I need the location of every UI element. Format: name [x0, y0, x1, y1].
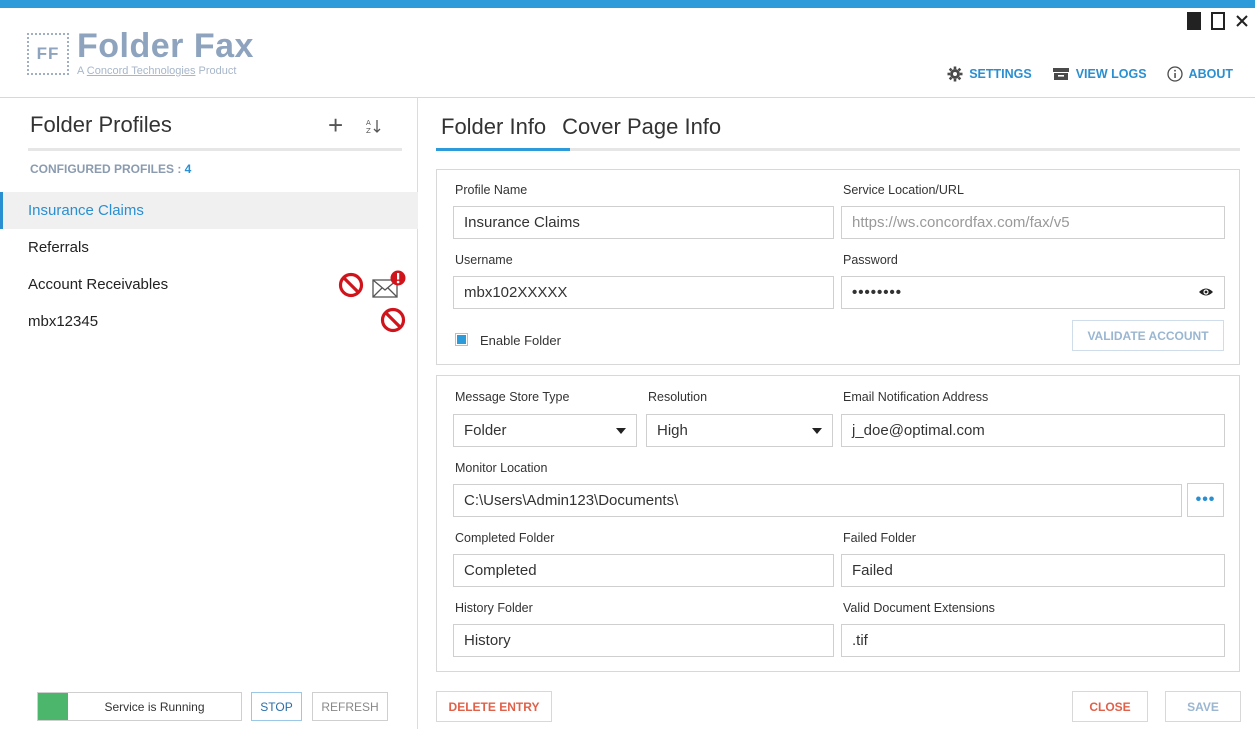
profile-name-input[interactable]: Insurance Claims — [453, 206, 834, 239]
sort-profiles-button[interactable]: A Z — [366, 118, 382, 137]
email-error-icon — [372, 270, 406, 298]
profile-item-referrals[interactable]: Referrals — [0, 229, 418, 266]
tab-folder-info[interactable]: Folder Info — [441, 114, 546, 146]
app-subtitle: A Concord Technologies Product — [77, 65, 237, 77]
close-icon — [1236, 15, 1248, 27]
configured-profiles-count: CONFIGURED PROFILES : 4 — [30, 162, 192, 176]
email-input[interactable]: j_doe@optimal.com — [841, 414, 1225, 447]
maximize-icon — [1211, 12, 1225, 30]
browse-button[interactable]: ••• — [1187, 483, 1224, 517]
concord-link[interactable]: Concord Technologies — [87, 65, 196, 77]
window-controls — [1187, 12, 1249, 30]
window-top-accent — [0, 0, 1255, 8]
profiles-title-underline — [28, 148, 402, 151]
gear-icon — [947, 66, 963, 82]
stop-service-button[interactable]: STOP — [251, 692, 302, 721]
monitor-location-input[interactable]: C:\Users\Admin123\Documents\ — [453, 484, 1182, 517]
svg-text:A: A — [366, 119, 371, 127]
minimize-icon — [1187, 12, 1201, 30]
settings-link[interactable]: SETTINGS — [947, 66, 1032, 82]
delete-entry-button[interactable]: DELETE ENTRY — [436, 691, 552, 722]
profile-item-mbx12345[interactable]: mbx12345 — [0, 303, 418, 340]
profiles-title: Folder Profiles — [30, 112, 172, 137]
app-logo: FF Folder Fax A Concord Technologies Pro… — [27, 27, 254, 79]
service-running-indicator — [38, 693, 68, 720]
profile-name-label: Profile Name — [455, 183, 528, 197]
history-folder-input[interactable]: History — [453, 624, 834, 657]
completed-folder-input[interactable]: Completed — [453, 554, 834, 587]
sort-az-icon: A Z — [366, 119, 381, 135]
resolution-label: Resolution — [648, 390, 708, 404]
minimize-button[interactable] — [1187, 12, 1201, 30]
username-input[interactable]: mbx102XXXXX — [453, 276, 834, 309]
chevron-down-icon — [812, 428, 822, 434]
username-label: Username — [455, 253, 513, 267]
disabled-icon — [338, 272, 364, 298]
info-icon — [1166, 66, 1183, 82]
completed-folder-label: Completed Folder — [455, 531, 555, 545]
history-folder-label: History Folder — [455, 601, 533, 615]
extensions-input[interactable]: .tif — [841, 624, 1225, 657]
close-button[interactable]: CLOSE — [1072, 691, 1148, 722]
password-label: Password — [843, 253, 898, 267]
extensions-label: Valid Document Extensions — [843, 601, 995, 615]
service-url-input[interactable]: https://ws.concordfax.com/fax/v5 — [841, 206, 1225, 239]
failed-folder-label: Failed Folder — [843, 531, 916, 545]
profiles-list: Insurance Claims Referrals Account Recei… — [0, 192, 418, 340]
svg-text:Z: Z — [366, 127, 371, 134]
chevron-down-icon — [616, 428, 626, 434]
logo-mark: FF — [27, 33, 69, 75]
disabled-icon — [380, 307, 406, 333]
enable-folder-label: Enable Folder — [480, 333, 561, 348]
header-nav: SETTINGS VIEW LOGS ABOUT — [947, 66, 1233, 82]
save-button[interactable]: SAVE — [1165, 691, 1241, 722]
about-link[interactable]: ABOUT — [1166, 66, 1233, 82]
profile-item-insurance-claims[interactable]: Insurance Claims — [0, 192, 418, 229]
store-type-select[interactable]: Folder — [453, 414, 637, 447]
profiles-panel: Folder Profiles + A Z CONFIGURED PROFILE… — [0, 98, 418, 729]
profile-item-account-receivables[interactable]: Account Receivables — [0, 266, 418, 303]
store-type-label: Message Store Type — [455, 390, 570, 404]
maximize-button[interactable] — [1211, 12, 1225, 30]
failed-folder-input[interactable]: Failed — [841, 554, 1225, 587]
password-input[interactable]: •••••••• — [841, 276, 1225, 309]
tab-cover-page-info[interactable]: Cover Page Info — [562, 114, 721, 146]
validate-account-button[interactable]: VALIDATE ACCOUNT — [1072, 320, 1224, 351]
enable-folder-checkbox[interactable] — [455, 333, 468, 346]
close-window-button[interactable] — [1235, 12, 1249, 30]
add-profile-button[interactable]: + — [328, 112, 343, 138]
service-status: Service is Running — [37, 692, 242, 721]
show-password-icon[interactable] — [1198, 286, 1214, 298]
logs-icon — [1052, 68, 1069, 80]
tab-bar: Folder Info Cover Page Info — [441, 114, 721, 146]
view-logs-link[interactable]: VIEW LOGS — [1052, 67, 1147, 81]
resolution-select[interactable]: High — [646, 414, 833, 447]
monitor-location-label: Monitor Location — [455, 461, 548, 475]
active-tab-indicator — [436, 148, 570, 151]
email-label: Email Notification Address — [843, 390, 989, 404]
app-title: Folder Fax — [77, 27, 254, 65]
service-url-label: Service Location/URL — [843, 183, 964, 197]
refresh-button[interactable]: REFRESH — [312, 692, 388, 721]
